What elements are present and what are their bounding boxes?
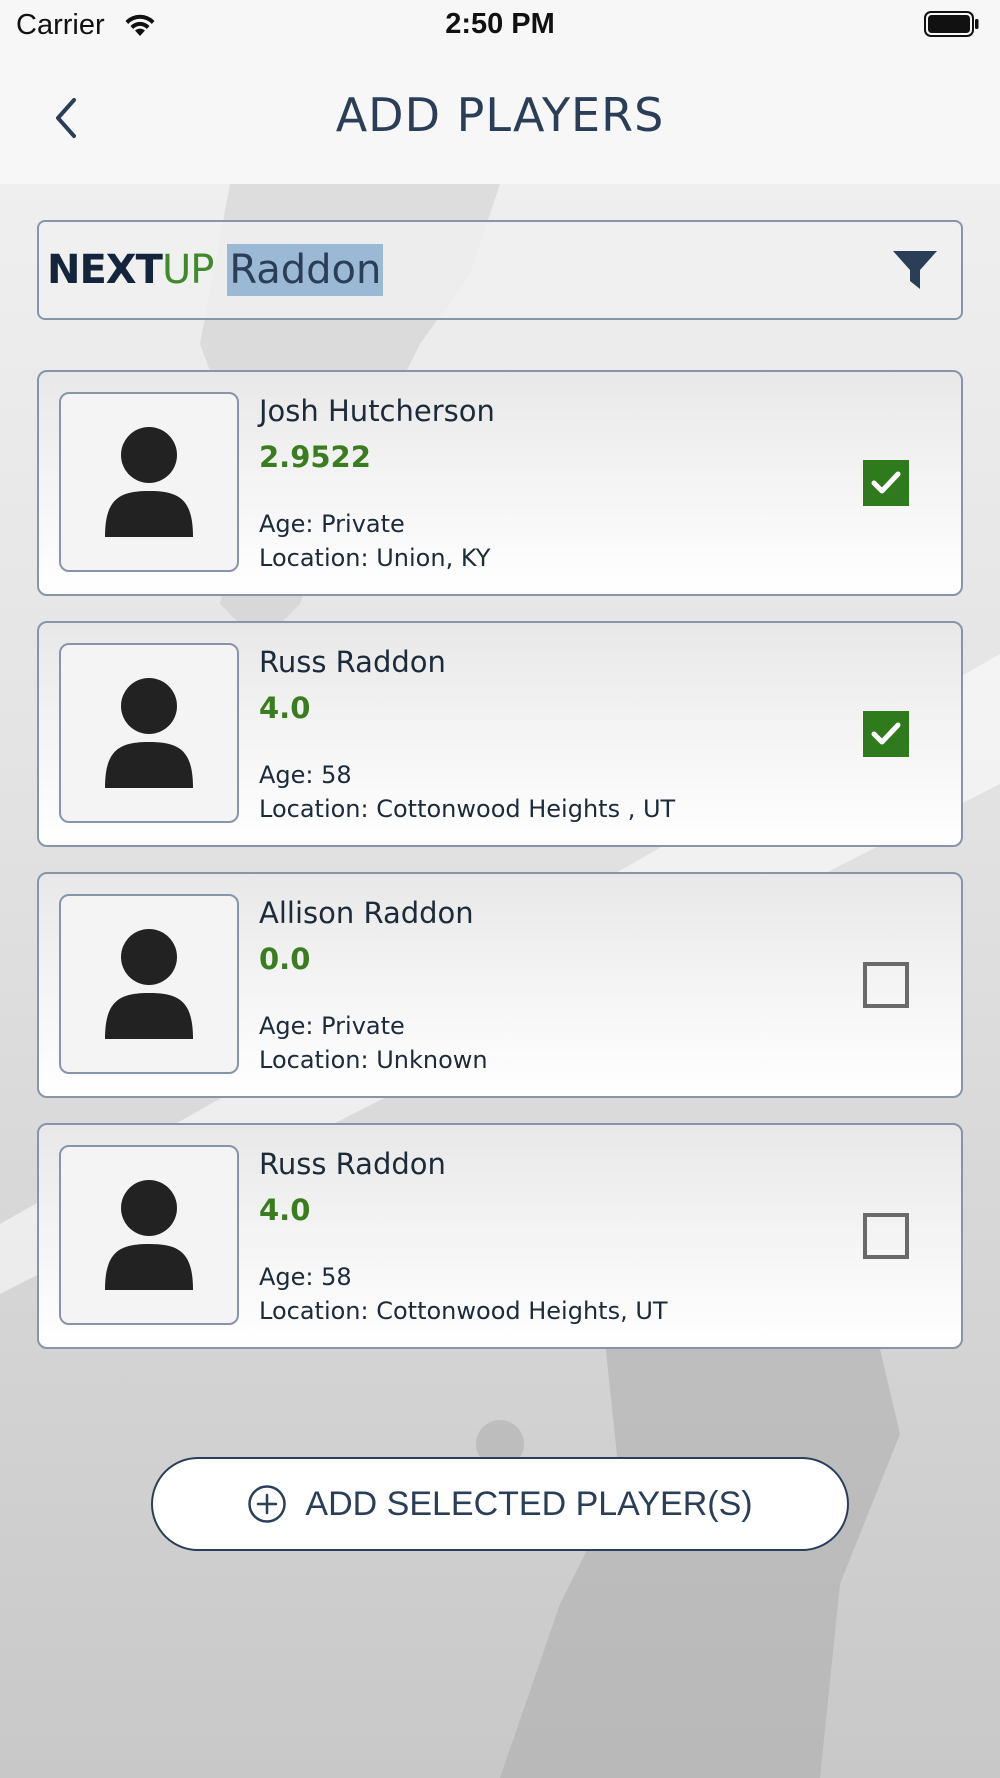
- player-select-checkbox[interactable]: [863, 1213, 909, 1259]
- player-age: Age: 58: [259, 1263, 352, 1291]
- person-silhouette-icon: [105, 1180, 193, 1290]
- player-select-checkbox[interactable]: [863, 460, 909, 506]
- player-age: Age: Private: [259, 510, 405, 538]
- status-clock: 2:50 PM: [445, 8, 555, 40]
- player-location: Location: Cottonwood Heights , UT: [259, 795, 676, 823]
- player-name: Russ Raddon: [259, 1147, 446, 1181]
- player-name: Russ Raddon: [259, 645, 446, 679]
- avatar: [59, 1145, 239, 1325]
- nav-header: ADD PLAYERS: [0, 52, 1000, 184]
- player-location: Location: Cottonwood Heights, UT: [259, 1297, 668, 1325]
- player-card[interactable]: Russ Raddon 4.0 Age: 58 Location: Cotton…: [37, 1123, 963, 1349]
- player-age: Age: 58: [259, 761, 352, 789]
- avatar: [59, 894, 239, 1074]
- page-title: ADD PLAYERS: [335, 88, 665, 142]
- player-rating: 4.0: [259, 691, 311, 725]
- player-rating: 4.0: [259, 1193, 311, 1227]
- avatar: [59, 643, 239, 823]
- player-select-checkbox[interactable]: [863, 711, 909, 757]
- player-rating: 0.0: [259, 942, 311, 976]
- checkmark-icon: [871, 471, 901, 494]
- add-selected-players-button[interactable]: ADD SELECTED PLAYER(S): [151, 1457, 849, 1551]
- person-silhouette-icon: [105, 929, 193, 1039]
- player-card[interactable]: Allison Raddon 0.0 Age: Private Location…: [37, 872, 963, 1098]
- search-input[interactable]: Raddon: [227, 244, 384, 296]
- player-location: Location: Union, KY: [259, 544, 491, 572]
- avatar: [59, 392, 239, 572]
- player-rating: 2.9522: [259, 440, 371, 474]
- player-name: Josh Hutcherson: [259, 394, 495, 428]
- checkmark-icon: [871, 722, 901, 745]
- plus-circle-icon: [248, 1485, 287, 1523]
- person-silhouette-icon: [105, 678, 193, 788]
- player-card[interactable]: Russ Raddon 4.0 Age: 58 Location: Cotton…: [37, 621, 963, 847]
- player-select-checkbox[interactable]: [863, 962, 909, 1008]
- person-silhouette-icon: [105, 427, 193, 537]
- player-card[interactable]: Josh Hutcherson 2.9522 Age: Private Loca…: [37, 370, 963, 596]
- search-bar[interactable]: NEXT UP Raddon: [37, 220, 963, 320]
- player-location: Location: Unknown: [259, 1046, 488, 1074]
- player-age: Age: Private: [259, 1012, 405, 1040]
- nextup-logo-up: UP: [161, 247, 214, 293]
- player-name: Allison Raddon: [259, 896, 474, 930]
- nextup-logo-next: NEXT: [47, 247, 163, 293]
- status-bar: Carrier 2:50 PM: [0, 0, 1000, 52]
- filter-icon[interactable]: [891, 247, 939, 293]
- add-selected-label: ADD SELECTED PLAYER(S): [305, 1484, 753, 1523]
- battery-icon: [924, 11, 979, 37]
